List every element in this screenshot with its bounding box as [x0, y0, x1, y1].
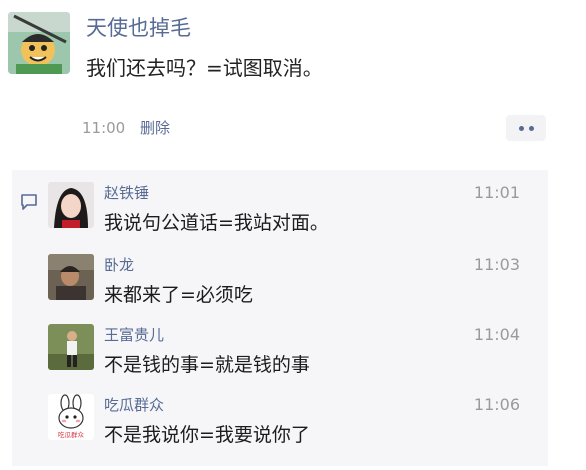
comment-time: 11:01 — [473, 183, 520, 202]
comment-item: 卧龙 来都来了=必须吃 11:03 — [48, 254, 538, 324]
svg-text:吃瓜群众: 吃瓜群众 — [58, 430, 85, 439]
post-meta: 11:00 删除 — [82, 118, 170, 138]
post-time: 11:00 — [82, 119, 126, 137]
more-dots-icon — [528, 125, 534, 131]
comment-text: 不是钱的事=就是钱的事 — [104, 354, 310, 376]
comment-text: 不是我说你=我要说你了 — [104, 424, 310, 446]
cartoon-avatar-image — [8, 12, 70, 74]
comment-text: 来都来了=必须吃 — [104, 284, 253, 306]
comment-time: 11:04 — [473, 325, 520, 344]
moments-post: 天使也掉毛 我们还去吗？=试图取消。 11:00 删除 赵铁锤 我说句公道话=我… — [0, 0, 586, 470]
comment-icon — [21, 194, 37, 210]
comment-item: 吃瓜群众 吃瓜群众 不是我说你=我要说你了 11:06 — [48, 394, 538, 464]
more-actions-button[interactable] — [506, 115, 546, 141]
commenter-avatar[interactable] — [48, 324, 94, 370]
avatar-photo — [48, 324, 94, 370]
commenter-name[interactable]: 王富贵儿 — [104, 324, 164, 346]
post-text: 我们还去吗？=试图取消。 — [86, 56, 323, 80]
commenter-avatar[interactable] — [48, 254, 94, 300]
post-author-avatar[interactable] — [8, 12, 70, 74]
comment-time: 11:03 — [473, 255, 520, 274]
commenter-name[interactable]: 赵铁锤 — [104, 182, 149, 204]
comment-item: 赵铁锤 我说句公道话=我站对面。 11:01 — [48, 182, 538, 252]
comments-panel: 赵铁锤 我说句公道话=我站对面。 11:01 卧龙 来都来了=必须吃 11:03 — [12, 170, 548, 466]
avatar-photo — [48, 182, 94, 228]
avatar-photo — [48, 254, 94, 300]
post-author-name[interactable]: 天使也掉毛 — [86, 14, 191, 42]
comment-item: 王富贵儿 不是钱的事=就是钱的事 11:04 — [48, 324, 538, 394]
commenter-name[interactable]: 吃瓜群众 — [104, 394, 164, 416]
commenter-avatar[interactable] — [48, 182, 94, 228]
rabbit-avatar-image: 吃瓜群众 — [48, 394, 94, 440]
delete-link[interactable]: 删除 — [140, 119, 170, 137]
comment-text: 我说句公道话=我站对面。 — [104, 212, 329, 234]
more-dots-icon — [518, 125, 524, 131]
commenter-name[interactable]: 卧龙 — [104, 254, 134, 276]
commenter-avatar[interactable]: 吃瓜群众 — [48, 394, 94, 440]
comment-time: 11:06 — [473, 395, 520, 414]
